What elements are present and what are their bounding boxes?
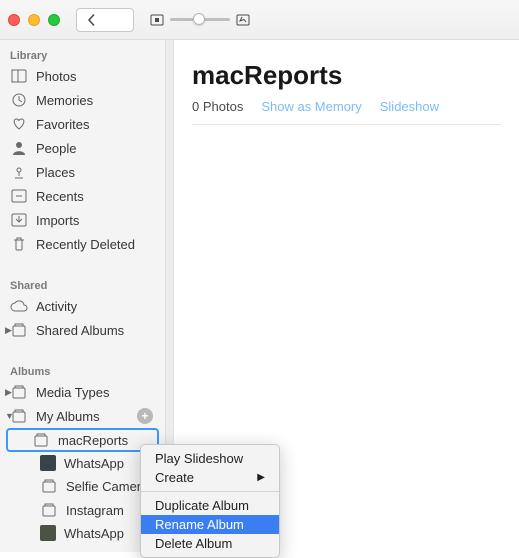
disclosure-triangle-icon[interactable]: ▶ [5, 387, 12, 398]
album-title: macReports [192, 60, 501, 91]
places-icon [10, 163, 28, 181]
menu-item-create[interactable]: Create ▶ [141, 468, 279, 487]
zoom-slider-group [150, 14, 250, 26]
menu-item-label: Delete Album [155, 536, 232, 551]
recents-icon [10, 187, 28, 205]
traffic-lights [8, 14, 60, 26]
sidebar-item-label: macReports [58, 433, 147, 448]
album-icon [40, 501, 58, 519]
album-icon [40, 477, 58, 495]
nav-back-button[interactable] [77, 9, 105, 31]
sidebar-item-my-albums[interactable]: ▼ My Albums + [0, 404, 165, 428]
album-thumbnail [40, 525, 56, 541]
sidebar-item-label: Recently Deleted [36, 237, 155, 252]
sidebar-item-label: My Albums [36, 409, 129, 424]
sidebar-item-imports[interactable]: Imports [0, 208, 165, 232]
album-icon [32, 431, 50, 449]
nav-back-forward [76, 8, 134, 32]
sidebar-item-label: Activity [36, 299, 155, 314]
submenu-arrow-icon: ▶ [257, 472, 265, 483]
shared-albums-icon [10, 321, 28, 339]
context-menu: Play Slideshow Create ▶ Duplicate Album … [140, 444, 280, 558]
sidebar-item-shared-albums[interactable]: ▶ Shared Albums [0, 318, 165, 342]
menu-item-label: Play Slideshow [155, 451, 243, 466]
heart-icon [10, 115, 28, 133]
menu-item-rename-album[interactable]: Rename Album [141, 515, 279, 534]
cloud-icon [10, 297, 28, 315]
sidebar-item-label: Memories [36, 93, 155, 108]
zoom-large-icon [236, 14, 250, 26]
fullscreen-window-button[interactable] [48, 14, 60, 26]
albums-section-header: Albums [0, 360, 165, 380]
shared-section-header: Shared [0, 274, 165, 294]
photo-count: 0 Photos [192, 99, 243, 114]
media-types-icon [10, 383, 28, 401]
disclosure-triangle-icon[interactable]: ▼ [5, 411, 14, 421]
menu-item-label: Rename Album [155, 517, 244, 532]
sidebar-item-macreports[interactable]: macReports [6, 428, 159, 452]
menu-item-play-slideshow[interactable]: Play Slideshow [141, 449, 279, 468]
sidebar-item-label: Imports [36, 213, 155, 228]
trash-icon [10, 235, 28, 253]
sidebar-item-label: Places [36, 165, 155, 180]
zoom-slider-thumb[interactable] [193, 13, 205, 25]
close-window-button[interactable] [8, 14, 20, 26]
memories-icon [10, 91, 28, 109]
slideshow-link[interactable]: Slideshow [380, 99, 439, 114]
menu-item-delete-album[interactable]: Delete Album [141, 534, 279, 553]
sidebar-item-recents[interactable]: Recents [0, 184, 165, 208]
sidebar-item-photos[interactable]: Photos [0, 64, 165, 88]
menu-item-duplicate-album[interactable]: Duplicate Album [141, 496, 279, 515]
sidebar-item-memories[interactable]: Memories [0, 88, 165, 112]
sidebar-item-label: Recents [36, 189, 155, 204]
menu-item-label: Duplicate Album [155, 498, 249, 513]
add-album-button[interactable]: + [137, 408, 153, 424]
sidebar-item-media-types[interactable]: ▶ Media Types [0, 380, 165, 404]
menu-item-label: Create [155, 470, 194, 485]
album-thumbnail [40, 455, 56, 471]
library-section-header: Library [0, 44, 165, 64]
sidebar-item-label: Media Types [36, 385, 155, 400]
zoom-small-icon [150, 14, 164, 26]
disclosure-triangle-icon[interactable]: ▶ [5, 325, 12, 336]
zoom-slider[interactable] [170, 18, 230, 21]
sidebar-item-label: Photos [36, 69, 155, 84]
sidebar-item-label: Shared Albums [36, 323, 155, 338]
person-icon [10, 139, 28, 157]
menu-separator [141, 491, 279, 492]
sidebar-item-people[interactable]: People [0, 136, 165, 160]
album-subbar: 0 Photos Show as Memory Slideshow [192, 99, 501, 125]
sidebar-item-recently-deleted[interactable]: Recently Deleted [0, 232, 165, 256]
sidebar-item-label: People [36, 141, 155, 156]
sidebar-item-places[interactable]: Places [0, 160, 165, 184]
imports-icon [10, 211, 28, 229]
photos-icon [10, 67, 28, 85]
show-as-memory-link[interactable]: Show as Memory [261, 99, 361, 114]
sidebar-item-label: Favorites [36, 117, 155, 132]
sidebar-item-favorites[interactable]: Favorites [0, 112, 165, 136]
sidebar-item-activity[interactable]: Activity [0, 294, 165, 318]
minimize-window-button[interactable] [28, 14, 40, 26]
titlebar [0, 0, 519, 40]
